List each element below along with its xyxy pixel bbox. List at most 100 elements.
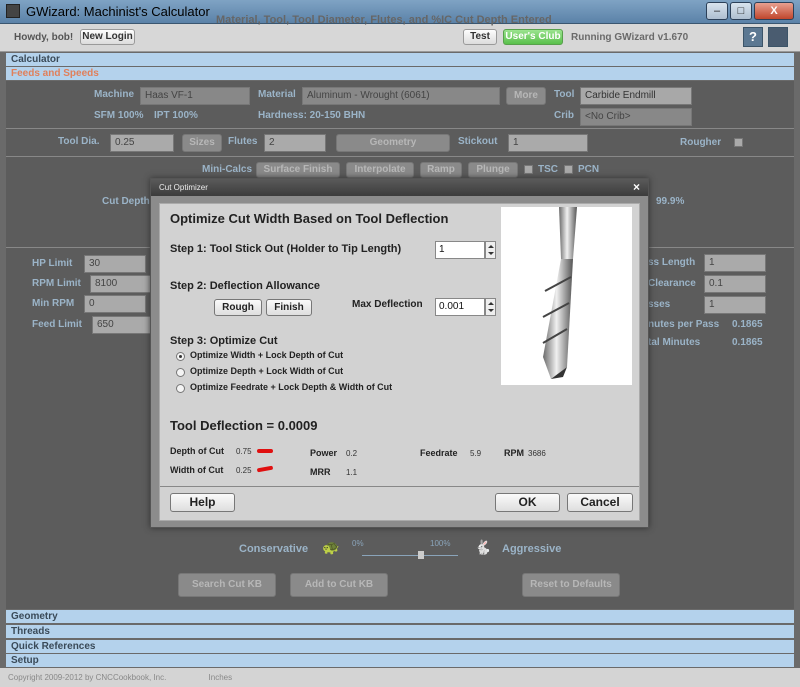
copyright-text: Copyright 2009-2012 by CNCCookbook, Inc. <box>8 673 167 682</box>
version-status: Running GWizard v1.670 <box>571 32 689 43</box>
flutes-label: Flutes <box>228 136 258 147</box>
slider-handle[interactable] <box>418 551 424 559</box>
step1-label: Step 1: Tool Stick Out (Holder to Tip Le… <box>170 243 402 255</box>
reset-defaults-button[interactable]: Reset to Defaults <box>522 573 620 597</box>
pcn-checkbox[interactable] <box>564 165 573 174</box>
slider-min-label: 0% <box>352 539 364 548</box>
rough-button[interactable]: Rough <box>214 299 262 316</box>
endmill-drawing <box>542 207 577 379</box>
depth-of-cut-label: Depth of Cut <box>170 446 224 456</box>
flutes-input[interactable]: 2 <box>264 134 326 152</box>
optimize-depth-radio[interactable] <box>176 368 185 377</box>
geometry-button[interactable]: Geometry <box>336 134 450 152</box>
section-quick-references[interactable]: Quick References <box>6 640 794 653</box>
finish-button[interactable]: Finish <box>266 299 312 316</box>
plunge-tab[interactable]: Plunge <box>468 162 518 178</box>
tsc-label: TSC <box>538 164 558 175</box>
width-of-cut-label: Width of Cut <box>170 465 224 475</box>
tool-select[interactable]: Carbide Endmill <box>580 87 692 105</box>
background-heading: Material, Tool, Tool Diameter, Flutes, a… <box>216 14 552 26</box>
rpm-limit-label: RPM Limit <box>32 278 81 289</box>
machine-select[interactable]: Haas VF-1 <box>140 87 250 105</box>
settings-icon[interactable] <box>768 27 788 47</box>
aggressive-label: Aggressive <box>502 543 562 555</box>
section-threads[interactable]: Threads <box>6 625 794 638</box>
search-cut-kb-button[interactable]: Search Cut KB <box>178 573 276 597</box>
crib-select[interactable]: <No Crib> <box>580 108 692 126</box>
maximize-button[interactable]: □ <box>730 2 752 20</box>
ok-button[interactable]: OK <box>495 493 560 512</box>
new-login-button[interactable]: New Login <box>80 29 135 45</box>
tsc-checkbox[interactable] <box>524 165 533 174</box>
rpm-limit-input[interactable]: 8100 <box>90 275 152 293</box>
passes-input[interactable]: 1 <box>704 296 766 314</box>
tool-label: Tool <box>554 89 575 100</box>
red-mark-icon <box>257 449 273 453</box>
turtle-icon: 🐢 <box>322 539 340 555</box>
stickout-input[interactable]: 1 <box>508 134 588 152</box>
section-feeds-speeds[interactable]: Feeds and Speeds <box>6 67 794 80</box>
max-deflection-input[interactable]: 0.001 <box>435 298 485 316</box>
tool-dia-input[interactable]: 0.25 <box>110 134 174 152</box>
stickout-label: Stickout <box>458 136 498 147</box>
optimize-width-radio[interactable] <box>176 352 185 361</box>
minutes-per-pass-value: 0.1865 <box>732 319 763 330</box>
stick-out-spinner[interactable] <box>485 241 496 259</box>
status-bar: Copyright 2009-2012 by CNCCookbook, Inc.… <box>0 668 800 687</box>
step3-label: Step 3: Optimize Cut <box>170 335 278 347</box>
help-button[interactable]: Help <box>170 493 235 512</box>
cancel-button[interactable]: Cancel <box>567 493 633 512</box>
max-deflection-spinner[interactable] <box>485 298 496 316</box>
tool-deflection-result: Tool Deflection = 0.0009 <box>170 418 318 433</box>
section-setup[interactable]: Setup <box>6 654 794 667</box>
aggressiveness-slider[interactable] <box>362 555 458 556</box>
cut-depth-percent: 99.9% <box>656 196 685 207</box>
add-cut-kb-button[interactable]: Add to Cut KB <box>290 573 388 597</box>
hp-limit-label: HP Limit <box>32 258 73 269</box>
max-deflection-label: Max Deflection <box>352 299 423 310</box>
hp-limit-input[interactable]: 30 <box>84 255 146 273</box>
dialog-close-icon[interactable]: × <box>633 180 640 194</box>
optimize-feedrate-radio[interactable] <box>176 384 185 393</box>
power-label: Power <box>310 448 338 458</box>
clearance-label: Clearance <box>648 278 696 289</box>
test-button[interactable]: Test <box>463 29 497 45</box>
users-club-button[interactable]: User's Club <box>503 29 563 45</box>
interpolate-tab[interactable]: Interpolate <box>346 162 414 178</box>
stick-out-input[interactable]: 1 <box>435 241 485 259</box>
mrr-value: 1.1 <box>346 468 358 477</box>
sizes-button[interactable]: Sizes <box>182 134 222 152</box>
min-rpm-input[interactable]: 0 <box>84 295 146 313</box>
app-icon <box>6 4 20 18</box>
minicalcs-label: Mini-Calcs <box>202 164 253 175</box>
section-geometry[interactable]: Geometry <box>6 610 794 623</box>
sfm-text: SFM 100% <box>94 110 144 121</box>
clearance-input[interactable]: 0.1 <box>704 275 766 293</box>
feed-limit-input[interactable]: 650 <box>92 316 154 334</box>
mrr-label: MRR <box>310 467 331 477</box>
depth-of-cut-value: 0.75 <box>236 447 252 456</box>
feedrate-label: Feedrate <box>420 448 458 458</box>
surface-finish-tab[interactable]: Surface Finish <box>256 162 340 178</box>
close-button[interactable]: X <box>754 2 794 20</box>
units-text: Inches <box>208 673 233 682</box>
total-minutes-label: tal Minutes <box>648 337 701 348</box>
ramp-tab[interactable]: Ramp <box>420 162 462 178</box>
rpm-value: 3686 <box>528 449 546 458</box>
conservative-label: Conservative <box>239 543 309 555</box>
power-value: 0.2 <box>346 449 358 458</box>
pass-length-input[interactable]: 1 <box>704 254 766 272</box>
material-label: Material <box>258 89 296 100</box>
hardness-text: Hardness: 20-150 BHN <box>258 110 366 121</box>
tool-dia-label: Tool Dia. <box>58 136 100 147</box>
passes-label: sses <box>648 299 671 310</box>
window-title: GWizard: Machinist's Calculator <box>26 4 210 19</box>
help-icon[interactable]: ? <box>743 27 763 47</box>
rougher-checkbox[interactable] <box>734 138 743 147</box>
material-select[interactable]: Aluminum - Wrought (6061) <box>302 87 500 105</box>
minimize-button[interactable]: – <box>706 2 728 20</box>
section-calculator[interactable]: Calculator <box>6 53 794 66</box>
more-button[interactable]: More <box>506 87 546 105</box>
rabbit-icon: 🐇 <box>474 539 492 555</box>
dialog-titlebar: Cut Optimizer <box>151 179 648 196</box>
